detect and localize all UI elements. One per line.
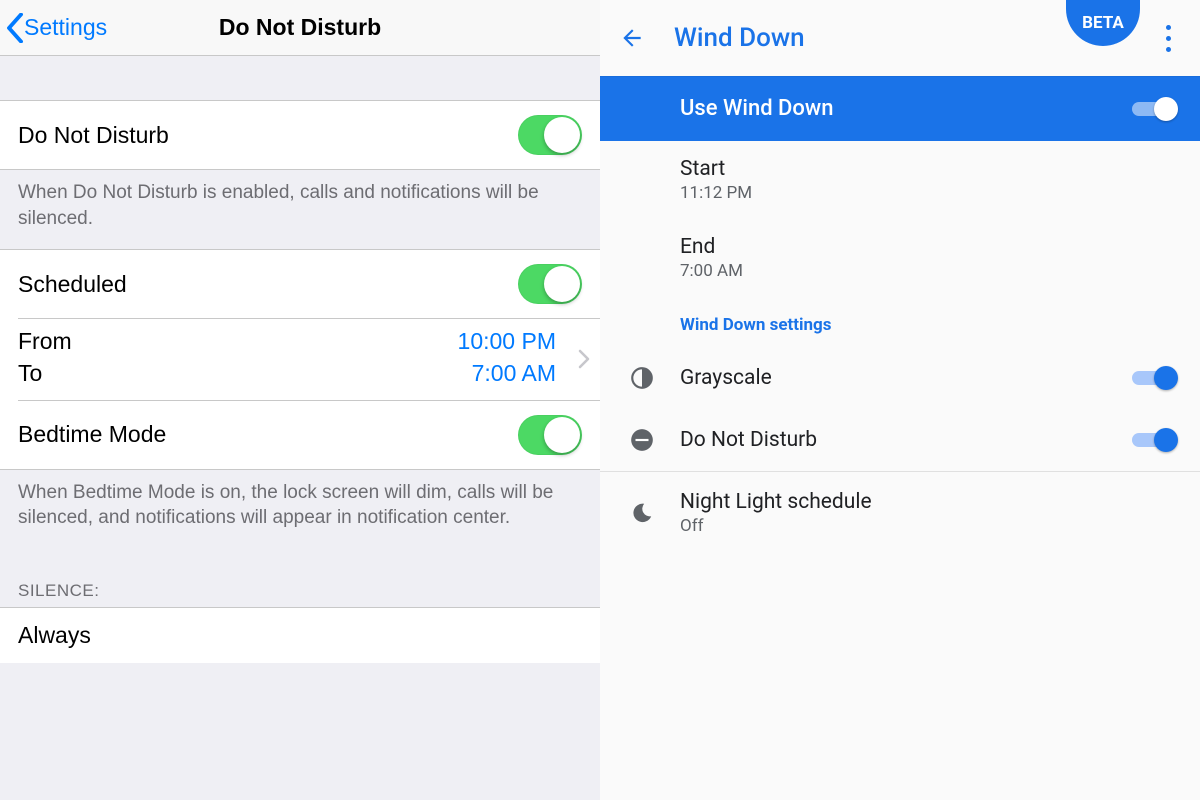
arrow-left-icon bbox=[619, 25, 645, 51]
do-not-disturb-icon bbox=[620, 427, 664, 453]
silence-header: SILENCE: bbox=[0, 549, 600, 607]
schedule-time-row[interactable]: From To 10:00 PM 7:00 AM bbox=[0, 319, 600, 399]
back-button[interactable] bbox=[608, 14, 656, 62]
dnd-toggle[interactable] bbox=[518, 115, 582, 155]
start-label: Start bbox=[680, 157, 1176, 181]
start-row[interactable]: Start 11:12 PM bbox=[680, 141, 1200, 219]
beta-badge: BETA bbox=[1066, 0, 1140, 46]
android-appbar: Wind Down BETA bbox=[600, 0, 1200, 76]
end-value: 7:00 AM bbox=[680, 261, 1176, 281]
scheduled-block: Scheduled From To 10:00 PM 7:00 AM Bedti… bbox=[0, 249, 600, 469]
bedtime-label: Bedtime Mode bbox=[18, 421, 166, 448]
dnd-label: Do Not Disturb bbox=[18, 122, 169, 149]
bedtime-footer: When Bedtime Mode is on, the lock screen… bbox=[0, 470, 600, 549]
moon-icon bbox=[620, 500, 664, 526]
from-value: 10:00 PM bbox=[458, 325, 556, 357]
scheduled-toggle[interactable] bbox=[518, 264, 582, 304]
dnd-footer: When Do Not Disturb is enabled, calls an… bbox=[0, 170, 600, 249]
grayscale-label: Grayscale bbox=[680, 366, 1132, 390]
scheduled-label: Scheduled bbox=[18, 271, 127, 298]
back-label: Settings bbox=[24, 14, 107, 41]
dnd-row[interactable]: Do Not Disturb bbox=[0, 100, 600, 170]
overflow-button[interactable] bbox=[1144, 14, 1192, 62]
chevron-right-icon bbox=[578, 349, 590, 369]
bedtime-row[interactable]: Bedtime Mode bbox=[0, 401, 600, 469]
dnd-row[interactable]: Do Not Disturb bbox=[600, 409, 1200, 471]
chevron-left-icon bbox=[6, 13, 24, 43]
always-row[interactable]: Always bbox=[0, 607, 600, 663]
ios-navbar: Settings Do Not Disturb bbox=[0, 0, 600, 56]
always-label: Always bbox=[18, 622, 91, 649]
grayscale-toggle[interactable] bbox=[1132, 368, 1176, 388]
android-wind-down-screen: Wind Down BETA Use Wind Down Start 11:12… bbox=[600, 0, 1200, 800]
back-button[interactable]: Settings bbox=[0, 13, 107, 43]
scheduled-row[interactable]: Scheduled bbox=[0, 250, 600, 318]
night-light-row[interactable]: Night Light schedule Off bbox=[600, 472, 1200, 554]
end-row[interactable]: End 7:00 AM bbox=[680, 219, 1200, 297]
to-value: 7:00 AM bbox=[458, 357, 556, 389]
from-label: From bbox=[18, 325, 72, 357]
grayscale-row[interactable]: Grayscale bbox=[600, 347, 1200, 409]
grayscale-icon bbox=[620, 365, 664, 391]
to-label: To bbox=[18, 357, 72, 389]
bedtime-toggle[interactable] bbox=[518, 415, 582, 455]
more-vert-icon bbox=[1166, 22, 1171, 55]
use-wind-down-label: Use Wind Down bbox=[680, 96, 833, 121]
page-title: Wind Down bbox=[674, 23, 805, 53]
use-wind-down-banner[interactable]: Use Wind Down bbox=[600, 76, 1200, 141]
dnd-label: Do Not Disturb bbox=[680, 428, 1132, 452]
end-label: End bbox=[680, 235, 1176, 259]
start-value: 11:12 PM bbox=[680, 183, 1176, 203]
night-light-label: Night Light schedule bbox=[680, 490, 1176, 514]
ios-settings-screen: Settings Do Not Disturb Do Not Disturb W… bbox=[0, 0, 600, 800]
wind-down-settings-header: Wind Down settings bbox=[680, 297, 1200, 347]
use-wind-down-toggle[interactable] bbox=[1132, 99, 1176, 119]
night-light-value: Off bbox=[680, 516, 1176, 536]
dnd-toggle[interactable] bbox=[1132, 430, 1176, 450]
